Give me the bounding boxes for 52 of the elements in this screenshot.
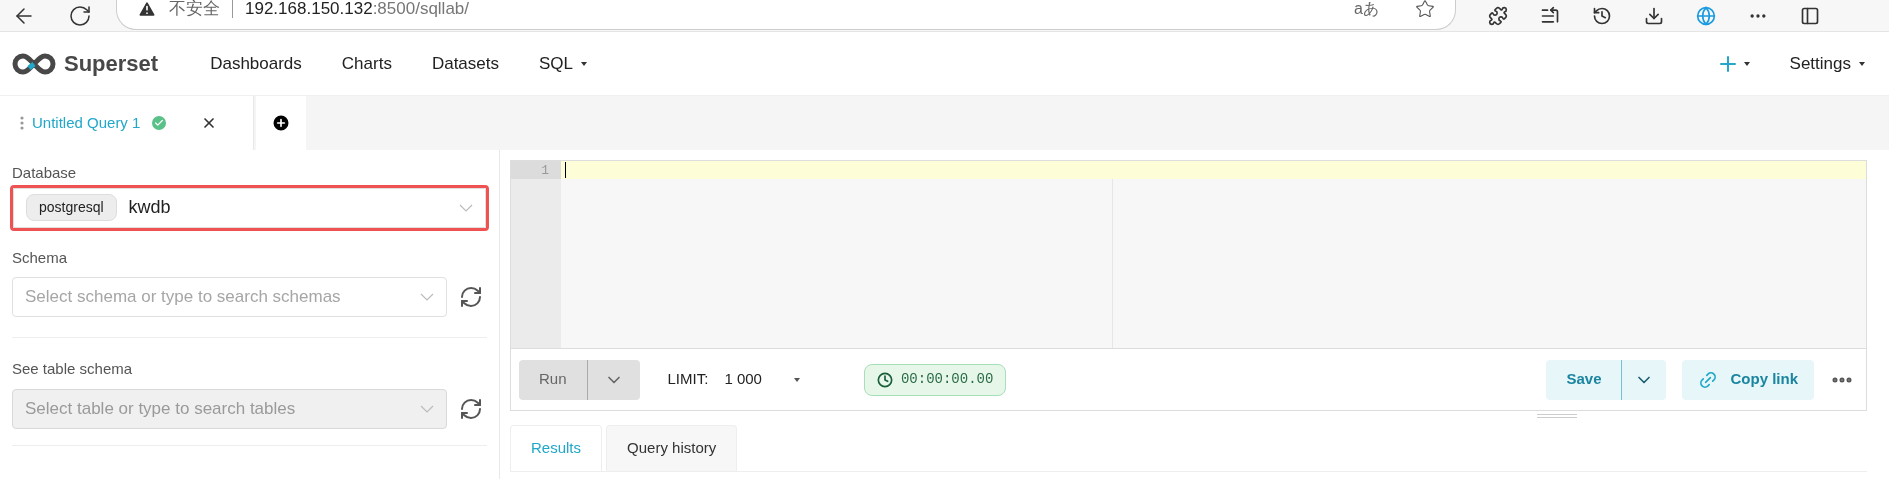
resize-handle[interactable] bbox=[1537, 414, 1577, 418]
security-label: 不安全 bbox=[169, 0, 220, 21]
nav-link[interactable]: Dashboards bbox=[210, 50, 302, 77]
favorites-icon[interactable] bbox=[1540, 5, 1560, 26]
new-tab-button[interactable] bbox=[256, 96, 306, 150]
sidebar-icon[interactable] bbox=[1800, 5, 1820, 26]
limit-value[interactable]: 1 000 bbox=[724, 368, 762, 391]
caret-icon[interactable] bbox=[1859, 61, 1865, 66]
tab-label: Untitled Query 1 bbox=[32, 112, 141, 133]
engine-tag: postgresql bbox=[26, 194, 117, 221]
url-text: 192.168.150.132:8500/sqllab/ bbox=[245, 0, 470, 21]
copy-link-button[interactable]: Copy link bbox=[1682, 359, 1814, 400]
settings-menu[interactable]: Settings bbox=[1789, 50, 1851, 77]
download-icon[interactable] bbox=[1644, 5, 1664, 26]
logo-icon[interactable] bbox=[12, 52, 56, 75]
reload-icon[interactable] bbox=[68, 3, 92, 28]
field-label: Database bbox=[12, 163, 78, 183]
save-button[interactable]: Save bbox=[1546, 359, 1667, 400]
refresh-icon[interactable] bbox=[459, 285, 483, 309]
timer-badge: 00:00:00.00 bbox=[863, 363, 1007, 396]
field-label: Schema bbox=[12, 247, 69, 268]
field-label: See table schema bbox=[12, 359, 134, 379]
select-placeholder: Select schema or type to search schemas bbox=[25, 286, 342, 309]
database-select[interactable]: postgresql kwdb bbox=[13, 187, 486, 228]
puzzle-icon[interactable] bbox=[1488, 5, 1508, 26]
refresh-icon[interactable] bbox=[459, 396, 483, 421]
database-name: kwdb bbox=[128, 196, 172, 219]
nav-link[interactable]: Datasets bbox=[431, 50, 499, 77]
chevron-icon bbox=[420, 293, 434, 301]
drag-handle-icon[interactable] bbox=[20, 116, 24, 130]
line-number: 1 bbox=[511, 161, 561, 179]
browser-icon[interactable] bbox=[1696, 5, 1716, 26]
text-cursor bbox=[565, 162, 566, 178]
history-icon[interactable] bbox=[1592, 5, 1612, 26]
warning-icon bbox=[137, 0, 157, 19]
translate-icon[interactable]: aあ bbox=[1354, 0, 1379, 21]
caret-icon[interactable] bbox=[793, 377, 800, 382]
address-bar[interactable]: 不安全 192.168.150.132:8500/sqllab/ aあ bbox=[116, 0, 1456, 30]
chevron-icon bbox=[420, 404, 434, 413]
select-placeholder: Select table or type to search tables bbox=[25, 397, 297, 420]
caret-icon[interactable] bbox=[1743, 61, 1750, 66]
nav-link[interactable]: Charts bbox=[341, 50, 392, 77]
limit-label: LIMIT: bbox=[667, 369, 709, 390]
brand-name[interactable]: Superset bbox=[64, 47, 159, 80]
add-icon bbox=[271, 113, 291, 133]
chevron-icon bbox=[459, 203, 473, 212]
run-button[interactable]: Run bbox=[519, 359, 640, 400]
close-icon[interactable] bbox=[201, 115, 217, 131]
result-tab[interactable]: Query history bbox=[606, 425, 738, 471]
caret-icon[interactable] bbox=[581, 61, 588, 66]
nav-link[interactable]: SQL bbox=[539, 50, 574, 77]
star-icon[interactable] bbox=[1415, 0, 1435, 19]
